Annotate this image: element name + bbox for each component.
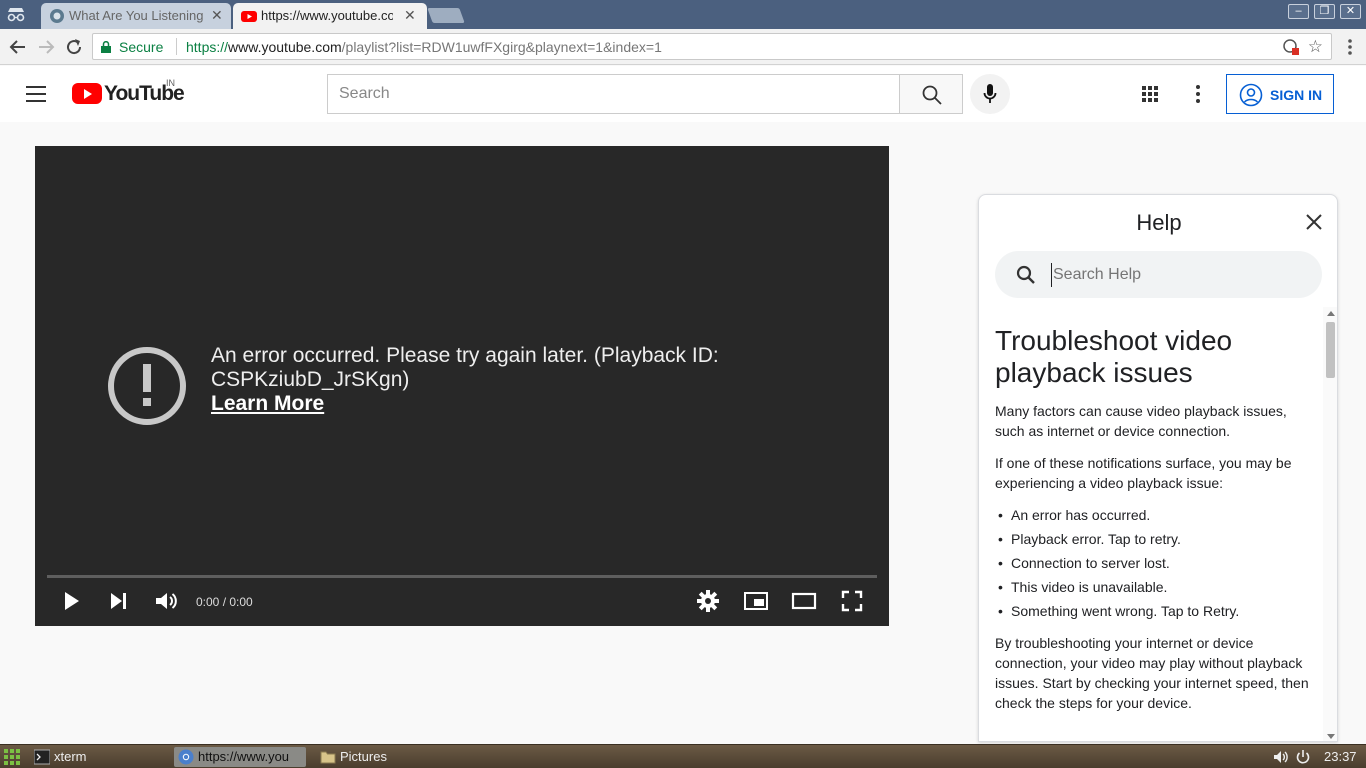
time-display: 0:00 / 0:00: [196, 595, 253, 609]
error-message: An error occurred. Please try again late…: [211, 344, 719, 391]
help-title: Help: [1136, 210, 1182, 235]
clock: 23:37: [1324, 749, 1357, 764]
list-item: Something went wrong. Tap to Retry.: [995, 601, 1315, 621]
folder-icon: [320, 751, 336, 764]
tab-title: https://www.youtube.com: [261, 8, 393, 23]
lock-icon: [101, 41, 111, 53]
back-arrow-icon[interactable]: [6, 35, 30, 59]
settings-more-icon[interactable]: [1186, 82, 1210, 106]
desktop-taskbar: xterm https://www.you Pictures 23:37: [0, 744, 1366, 768]
list-item: An error has occurred.: [995, 505, 1315, 525]
tab-what-are-you-listening[interactable]: What Are You Listening ✕: [41, 3, 231, 29]
notification-list: An error has occurred. Playback error. T…: [995, 505, 1315, 621]
taskbar-item-pictures[interactable]: Pictures: [316, 747, 448, 767]
microphone-icon: [983, 84, 997, 103]
miniplayer-icon[interactable]: [743, 588, 769, 614]
tab-title: What Are You Listening: [69, 8, 204, 23]
new-tab-button[interactable]: [427, 8, 465, 23]
account-circle-icon: [1239, 83, 1263, 107]
taskbar-item-browser[interactable]: https://www.you: [174, 747, 306, 767]
next-track-icon[interactable]: [106, 588, 132, 614]
search-button[interactable]: [899, 74, 963, 114]
theater-mode-icon[interactable]: [791, 588, 817, 614]
sign-in-label: SIGN IN: [1270, 87, 1323, 103]
error-message-block: An error occurred. Please try again late…: [211, 344, 811, 416]
power-icon[interactable]: [1295, 749, 1311, 765]
list-item: Playback error. Tap to retry.: [995, 529, 1315, 549]
close-tab-icon[interactable]: ✕: [211, 7, 223, 24]
apps-grid-icon[interactable]: [1138, 82, 1162, 106]
terminal-icon: [34, 749, 50, 765]
reload-icon[interactable]: [62, 35, 86, 59]
start-menu-icon[interactable]: [4, 749, 20, 765]
browser-tab-strip: What Are You Listening ✕ https://www.you…: [0, 0, 1366, 29]
play-icon[interactable]: [58, 588, 84, 614]
url-path: /playlist?list=RDW1uwfFXgirg&playnext=1&…: [341, 39, 662, 55]
list-item: Connection to server lost.: [995, 553, 1315, 573]
fullscreen-icon[interactable]: [839, 588, 865, 614]
voice-search-button[interactable]: [970, 74, 1010, 114]
taskbar-item-xterm[interactable]: xterm: [30, 747, 170, 767]
browser-menu-icon[interactable]: [1342, 38, 1358, 56]
scroll-thumb[interactable]: [1326, 322, 1335, 378]
article-closing: By troubleshooting your internet or devi…: [995, 635, 1309, 711]
forward-arrow-icon[interactable]: [34, 35, 58, 59]
incognito-icon: [7, 8, 25, 22]
help-panel: Help Troubleshoot video playback issues …: [978, 194, 1338, 742]
help-search-box[interactable]: [995, 251, 1322, 298]
browser-toolbar: Secure https://www.youtube.com/playlist?…: [0, 29, 1366, 65]
settings-gear-icon[interactable]: [695, 588, 721, 614]
search-input[interactable]: Search: [327, 74, 900, 114]
taskbar-item-label: https://www.you: [198, 749, 290, 764]
address-bar[interactable]: Secure https://www.youtube.com/playlist?…: [92, 33, 1332, 60]
blocked-extension-icon[interactable]: [1283, 39, 1299, 55]
omnibox-separator: [176, 38, 177, 55]
progress-bar[interactable]: [47, 575, 877, 578]
sign-in-button[interactable]: SIGN IN: [1226, 74, 1334, 114]
url-text[interactable]: https://www.youtube.com/playlist?list=RD…: [186, 39, 662, 55]
help-scrollbar[interactable]: [1323, 307, 1337, 741]
country-code: IN: [166, 78, 175, 88]
youtube-header: YouTube IN Search SIGN IN: [0, 66, 1366, 122]
help-article: Troubleshoot video playback issues Many …: [995, 325, 1315, 725]
url-host: www.youtube.com: [228, 39, 342, 55]
learn-more-link[interactable]: Learn More: [211, 392, 811, 416]
help-search-input[interactable]: [1051, 263, 1291, 287]
url-scheme: https://: [186, 39, 229, 55]
error-exclamation-icon: [108, 347, 186, 425]
restore-button[interactable]: ❐: [1314, 4, 1335, 19]
scroll-down-arrow[interactable]: [1327, 734, 1335, 739]
video-player[interactable]: An error occurred. Please try again late…: [35, 146, 889, 626]
article-lead: If one of these notifications surface, y…: [995, 455, 1292, 491]
list-item: This video is unavailable.: [995, 577, 1315, 597]
volume-tray-icon[interactable]: [1273, 749, 1289, 765]
youtube-logo-icon[interactable]: [72, 83, 102, 104]
search-icon: [1016, 265, 1035, 284]
close-window-button[interactable]: ✕: [1340, 4, 1361, 19]
article-intro: Many factors can cause video playback is…: [995, 403, 1287, 439]
close-tab-icon[interactable]: ✕: [404, 7, 416, 24]
volume-icon[interactable]: [153, 588, 179, 614]
article-title: Troubleshoot video playback issues: [995, 325, 1233, 388]
minimize-button[interactable]: –: [1288, 4, 1309, 19]
tab-youtube[interactable]: https://www.youtube.com ✕: [233, 3, 427, 29]
taskbar-item-label: Pictures: [340, 749, 387, 764]
close-icon[interactable]: [1303, 211, 1325, 233]
bookmark-star-icon[interactable]: ☆: [1308, 37, 1323, 57]
taskbar-item-label: xterm: [54, 749, 87, 764]
site-favicon-icon: [50, 9, 64, 23]
hamburger-menu-icon[interactable]: [26, 86, 46, 102]
secure-label: Secure: [119, 39, 164, 55]
search-icon: [922, 85, 942, 105]
scroll-up-arrow[interactable]: [1327, 311, 1335, 316]
chrome-icon: [178, 749, 194, 765]
youtube-favicon-icon: [241, 11, 257, 22]
